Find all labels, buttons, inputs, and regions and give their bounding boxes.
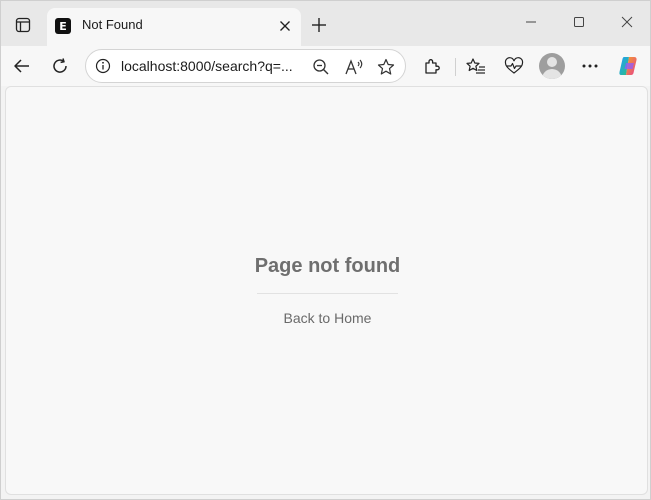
- back-to-home-link[interactable]: Back to Home: [6, 310, 649, 326]
- maximize-icon: [573, 16, 585, 28]
- browser-toolbar: localhost:8000/search?q=...: [1, 46, 650, 86]
- close-icon: [279, 20, 291, 32]
- back-button[interactable]: [8, 52, 36, 80]
- more-icon: [581, 63, 599, 69]
- toolbar-divider: [455, 58, 456, 76]
- puzzle-icon: [423, 57, 441, 75]
- tab-strip: E Not Found: [1, 1, 650, 46]
- tab-title: Not Found: [82, 17, 143, 32]
- star-icon: [377, 58, 395, 76]
- plus-icon: [311, 17, 327, 33]
- refresh-button[interactable]: [46, 52, 74, 80]
- new-tab-button[interactable]: [307, 13, 331, 37]
- page-title: Page not found: [254, 255, 401, 277]
- read-aloud-button[interactable]: [343, 56, 365, 78]
- extensions-button[interactable]: [418, 52, 446, 80]
- browser-window: E Not Found localhost:8000/search?q=... …: [0, 0, 651, 500]
- tab-favicon: E: [55, 18, 71, 34]
- close-window-button[interactable]: [604, 7, 650, 37]
- browser-tab[interactable]: E Not Found: [47, 8, 301, 46]
- url-text: localhost:8000/search?q=...: [121, 58, 293, 74]
- minimize-icon: [525, 16, 537, 28]
- maximize-button[interactable]: [556, 7, 602, 37]
- info-icon: [95, 58, 111, 74]
- favorites-button[interactable]: [462, 52, 490, 80]
- copilot-button[interactable]: [615, 52, 643, 80]
- site-info-button[interactable]: [94, 57, 112, 75]
- avatar-head: [547, 57, 557, 67]
- close-tab-button[interactable]: [275, 16, 295, 36]
- heart-pulse-icon: [504, 57, 524, 75]
- back-arrow-icon: [13, 57, 31, 75]
- avatar[interactable]: [539, 53, 565, 79]
- zoom-out-icon: [312, 58, 330, 76]
- refresh-icon: [51, 57, 69, 75]
- tab-actions-button[interactable]: [9, 11, 37, 39]
- copilot-icon: [618, 55, 640, 77]
- more-button[interactable]: [576, 52, 604, 80]
- address-bar[interactable]: localhost:8000/search?q=...: [85, 49, 406, 83]
- favorite-button[interactable]: [375, 56, 397, 78]
- close-icon: [621, 16, 633, 28]
- tab-actions-icon: [15, 17, 31, 33]
- minimize-button[interactable]: [508, 7, 554, 37]
- avatar-body: [542, 69, 562, 79]
- page-viewport: Page not found Back to Home: [5, 86, 648, 495]
- performance-button[interactable]: [500, 52, 528, 80]
- window-bottom-edge: [1, 495, 650, 499]
- favorites-icon: [466, 57, 486, 75]
- zoom-button[interactable]: [310, 56, 332, 78]
- read-aloud-icon: [344, 58, 364, 76]
- title-divider: [257, 293, 398, 294]
